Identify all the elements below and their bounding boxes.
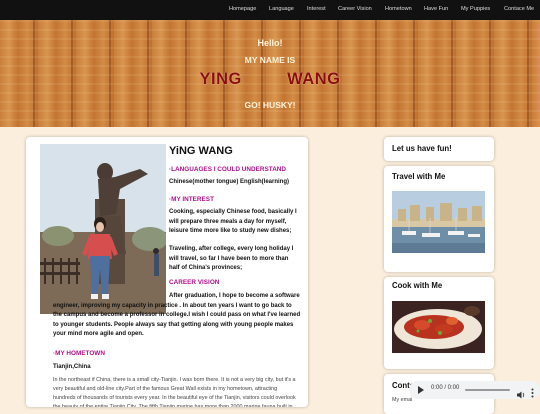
cook-card[interactable]: Cook with Me	[384, 277, 494, 369]
hometown-city: Tianjin,China	[53, 364, 91, 370]
hometown-text: In the northeast if China, there is a sm…	[53, 377, 296, 407]
nav-have-fun[interactable]: Have Fun	[424, 0, 448, 20]
hero-name: YING WANG	[199, 70, 341, 88]
nav-interest[interactable]: Interest	[307, 0, 326, 20]
nav-career-vision[interactable]: Career Vision	[338, 0, 372, 20]
nav-hometown[interactable]: Hometown	[385, 0, 412, 20]
interest-cooking-text: Cooking, especially Chinese food, basica…	[169, 209, 297, 234]
profile-name: YiNG WANG	[169, 145, 233, 157]
contact-text: My emai	[392, 397, 413, 403]
hero-slogan: GO! HUSKY!	[244, 100, 296, 110]
more-options-icon[interactable]	[531, 385, 534, 398]
hero-banner: Hello! MY NAME IS YING WANG GO! HUSKY!	[0, 20, 540, 127]
career-heading: CAREER VISION	[169, 279, 220, 286]
interest-traveling-text: Traveling, after college, every long hol…	[169, 246, 294, 271]
nav-language[interactable]: Language	[269, 0, 294, 20]
audio-time: 0:00 / 0:00	[431, 385, 460, 391]
cook-title: Cook with Me	[392, 281, 443, 290]
career-text: After graduation, I hope to become a sof…	[53, 293, 301, 337]
languages-text: Chinese(mother tongue) English(learning)	[169, 179, 290, 185]
about-card: YiNG WANG ·LANGUAGES I COULD UNDERSTAND …	[26, 137, 308, 407]
interest-heading: ·MY INTEREST	[169, 196, 214, 203]
top-nav: Homepage Language Interest Career Vision…	[0, 0, 540, 20]
audio-progress-slider[interactable]	[465, 389, 510, 391]
nav-homepage[interactable]: Homepage	[229, 0, 256, 20]
travel-harbor-image[interactable]	[392, 191, 485, 253]
hometown-heading: ·MY HOMETOWN	[53, 350, 105, 357]
nav-my-puppies[interactable]: My Puppies	[461, 0, 490, 20]
travel-card[interactable]: Travel with Me	[384, 166, 494, 272]
volume-icon[interactable]	[517, 386, 526, 399]
languages-heading: ·LANGUAGES I COULD UNDERSTAND	[169, 166, 287, 173]
cook-dish-image[interactable]	[392, 301, 485, 353]
nav-contact-me[interactable]: Contace Me	[504, 0, 534, 20]
hero-hello: Hello!	[257, 38, 283, 48]
hero-my-name-is: MY NAME IS	[244, 55, 296, 65]
have-fun-title: Let us have fun!	[392, 144, 452, 153]
audio-player[interactable]: 0:00 / 0:00	[409, 381, 540, 399]
play-icon[interactable]	[418, 386, 424, 394]
travel-title: Travel with Me	[392, 172, 446, 181]
profile-photo	[40, 144, 166, 314]
have-fun-card: Let us have fun!	[384, 137, 494, 161]
